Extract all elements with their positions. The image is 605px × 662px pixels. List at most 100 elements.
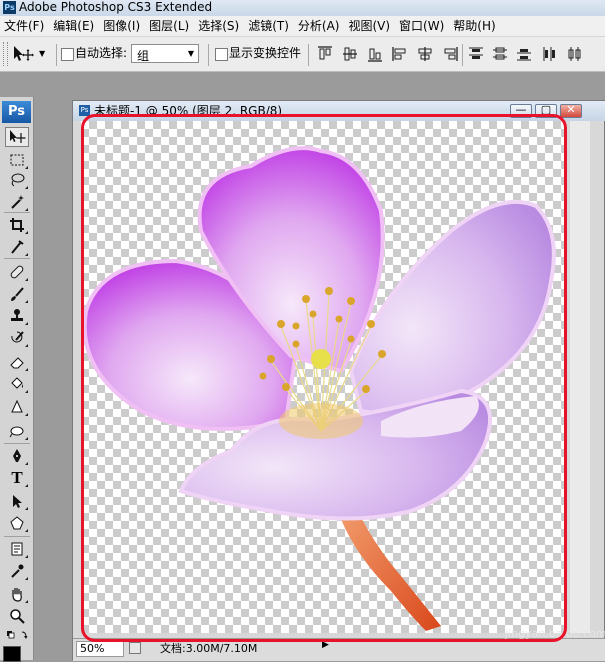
type-tool-button[interactable]: T [5, 468, 29, 488]
maximize-icon: ▢ [540, 103, 552, 116]
healing-brush-tool-button[interactable] [5, 262, 29, 282]
options-bar-grip[interactable] [3, 42, 8, 66]
distribute-top-button[interactable] [467, 45, 485, 63]
options-divider [56, 44, 57, 66]
toolbox-divider [4, 443, 30, 444]
distribute-hcenter-icon [568, 47, 581, 61]
path-selection-icon [13, 495, 22, 508]
distribute-vcenter-icon [493, 47, 507, 60]
distribute-left-button[interactable] [541, 45, 559, 63]
status-info-icon[interactable] [129, 642, 141, 654]
clone-stamp-tool-button[interactable] [5, 306, 29, 326]
menu-analysis[interactable]: 分析(A) [294, 16, 345, 36]
align-vcenter-icon [343, 47, 357, 61]
show-transform-checkbox[interactable] [215, 48, 228, 61]
magnifier-icon [10, 609, 25, 624]
document-icon: Ps [79, 105, 90, 116]
move-tool-icon [14, 46, 34, 61]
close-icon: ✕ [566, 103, 576, 116]
history-brush-tool-button[interactable] [5, 328, 29, 348]
app-titlebar: Ps Adobe Photoshop CS3 Extended [0, 0, 605, 16]
menu-layer[interactable]: 图层(L) [145, 16, 194, 36]
eraser-icon [10, 357, 24, 369]
align-bottom-edges-button[interactable] [366, 45, 384, 63]
document-canvas[interactable] [81, 121, 564, 633]
crop-tool-button[interactable] [5, 215, 29, 235]
tool-preset-picker[interactable]: ▼ [12, 43, 48, 65]
blur-tool-button[interactable] [5, 397, 29, 417]
pen-icon [13, 449, 21, 462]
auto-select-label: 自动选择: [75, 46, 128, 60]
minimize-button[interactable]: — [510, 103, 532, 118]
menu-filter[interactable]: 滤镜(T) [244, 16, 294, 36]
flower-stem [336, 501, 441, 631]
path-selection-tool-button[interactable] [5, 491, 29, 511]
align-hcenter-icon [418, 47, 432, 61]
align-horizontal-centers-button[interactable] [416, 45, 434, 63]
marquee-tool-button[interactable] [5, 150, 29, 170]
distribute-bottom-button[interactable] [515, 45, 533, 63]
options-divider [462, 44, 463, 66]
menu-select[interactable]: 选择(S) [194, 16, 244, 36]
minimize-icon: — [515, 103, 527, 116]
move-tool-icon [10, 130, 26, 143]
close-button[interactable]: ✕ [560, 103, 582, 118]
distribute-bottom-icon [517, 49, 531, 61]
document-status-bar [73, 638, 605, 661]
zoom-tool-button[interactable] [5, 606, 29, 626]
menu-help[interactable]: 帮助(H) [449, 16, 500, 36]
hand-tool-button[interactable] [5, 584, 29, 604]
menu-image[interactable]: 图像(I) [99, 16, 145, 36]
notes-tool-button[interactable] [5, 539, 29, 559]
marquee-icon [10, 154, 24, 166]
document-title: 未标题-1 @ 50% (图层 2, RGB/8) [94, 104, 283, 118]
align-right-edges-button[interactable] [441, 45, 459, 63]
default-colors-button[interactable] [5, 628, 29, 644]
paint-bucket-tool-button[interactable] [5, 374, 29, 394]
align-right-icon [444, 47, 458, 61]
pen-tool-button[interactable] [5, 446, 29, 466]
distribute-hcenter-button[interactable] [566, 45, 584, 63]
magic-wand-icon [11, 195, 24, 209]
custom-shape-tool-button[interactable] [5, 513, 29, 533]
dodge-tool-button[interactable] [5, 421, 29, 441]
toolbox-divider [4, 536, 30, 537]
brush-icon [11, 287, 24, 301]
crop-icon [10, 218, 24, 232]
paint-bucket-icon [11, 377, 23, 389]
eyedropper-icon [11, 564, 24, 578]
align-top-edges-button[interactable] [316, 45, 334, 63]
eraser-tool-button[interactable] [5, 352, 29, 372]
menu-file[interactable]: 文件(F) [0, 16, 49, 36]
photoshop-logo[interactable]: Ps [2, 101, 31, 123]
magic-wand-tool-button[interactable] [5, 192, 29, 212]
menu-edit[interactable]: 编辑(E) [49, 16, 99, 36]
move-tool-button[interactable] [5, 127, 29, 147]
eyedropper-tool-button[interactable] [5, 561, 29, 581]
maximize-button[interactable]: ▢ [535, 103, 557, 118]
lasso-tool-button[interactable] [5, 170, 29, 190]
bandage-icon [10, 265, 24, 279]
menu-window[interactable]: 窗口(W) [395, 16, 449, 36]
swap-colors-icon [7, 631, 28, 639]
auto-select-checkbox[interactable] [61, 48, 74, 61]
distribute-vcenter-button[interactable] [491, 45, 509, 63]
brush-tool-button[interactable] [5, 284, 29, 304]
lasso-icon [11, 173, 25, 187]
blur-drop-icon [11, 399, 23, 413]
photoshop-app-icon: Ps [3, 1, 16, 14]
vertical-scrollbar[interactable] [570, 121, 590, 633]
flower-center [279, 403, 363, 439]
history-brush-icon [11, 331, 24, 343]
slice-tool-button[interactable] [5, 237, 29, 257]
chevron-down-icon: ▼ [187, 49, 194, 58]
zoom-level-field[interactable]: 50% [76, 641, 124, 657]
align-vertical-centers-button[interactable] [341, 45, 359, 63]
flower-image [82, 146, 556, 631]
status-menu-arrow-icon[interactable]: ▶ [322, 640, 329, 650]
menu-view[interactable]: 视图(V) [344, 16, 395, 36]
align-left-edges-button[interactable] [391, 45, 409, 63]
hand-icon [12, 588, 22, 602]
options-divider [308, 44, 309, 66]
auto-select-dropdown[interactable]: 组 ▼ [131, 44, 199, 63]
